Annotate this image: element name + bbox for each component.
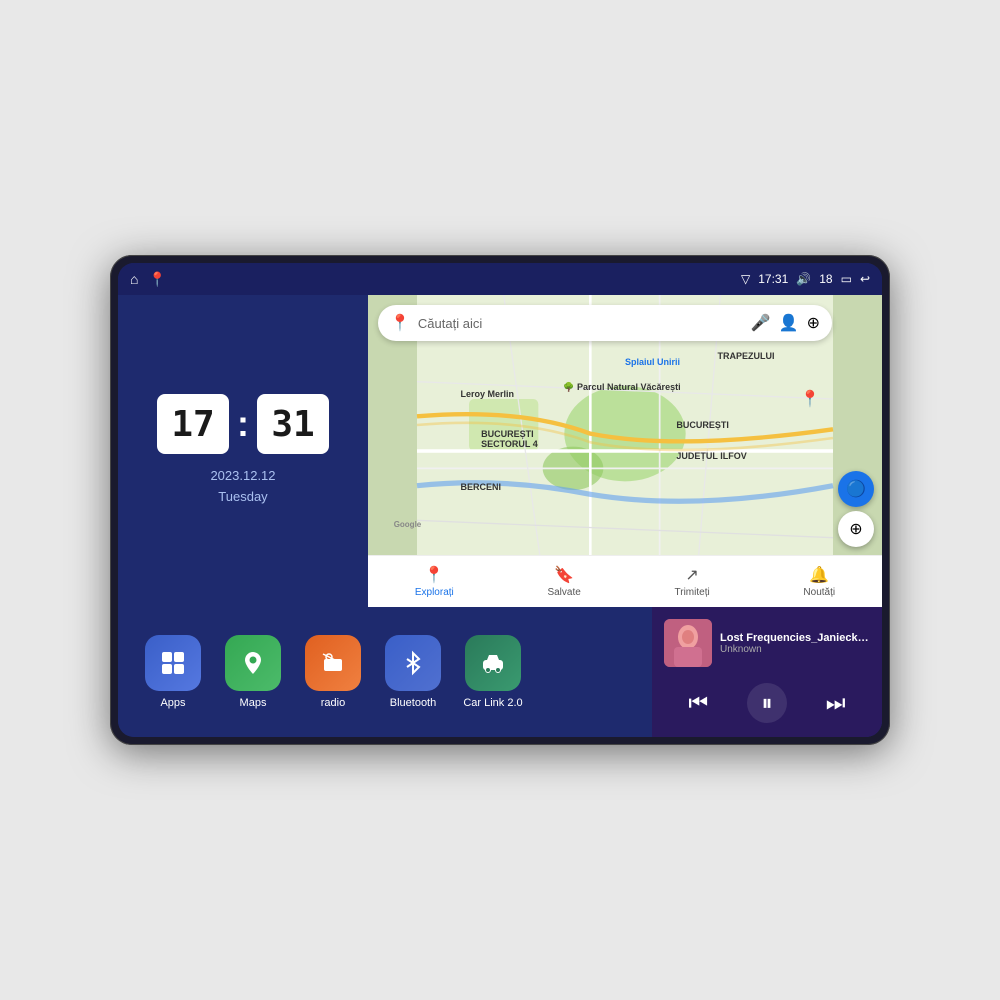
radio-app-icon: FM xyxy=(305,635,361,691)
status-right-info: ▽ 17:31 🔊 18 ▭ ↩ xyxy=(741,272,870,286)
volume-icon: 🔊 xyxy=(796,272,811,286)
app-item-maps[interactable]: Maps xyxy=(218,635,288,709)
compass-button[interactable]: ⊕ xyxy=(838,511,874,547)
top-section: 17 : 31 2023.12.12 Tuesday xyxy=(118,295,882,607)
clock-colon: : xyxy=(237,403,249,445)
send-icon: ↗ xyxy=(685,565,698,585)
home-icon[interactable]: ⌂ xyxy=(130,271,138,287)
music-play-button[interactable]: ⏸ xyxy=(747,683,787,723)
map-layers-icon[interactable]: ⊕ xyxy=(807,313,820,333)
map-nav-explore-label: Explorați xyxy=(415,587,454,598)
app-item-bluetooth[interactable]: Bluetooth xyxy=(378,635,448,709)
music-artist: Unknown xyxy=(720,644,870,655)
radio-label: radio xyxy=(321,697,345,709)
music-controls: ⏮ ⏸ ⏭ xyxy=(664,675,870,731)
svg-text:FM: FM xyxy=(328,665,338,672)
battery-icon: ▭ xyxy=(841,272,852,286)
signal-icon: ▽ xyxy=(741,272,750,286)
bottom-section: Apps Maps xyxy=(118,607,882,737)
music-next-button[interactable]: ⏭ xyxy=(816,683,856,723)
news-icon: 🔔 xyxy=(809,565,829,585)
clock-hours: 17 xyxy=(157,394,229,454)
music-prev-button[interactable]: ⏮ xyxy=(678,683,718,723)
clock-display: 17 : 31 xyxy=(157,394,329,454)
map-nav-news[interactable]: 🔔 Noutăți xyxy=(803,565,835,598)
apps-row: Apps Maps xyxy=(118,607,652,737)
clock-minutes: 31 xyxy=(257,394,329,454)
map-nav-explore[interactable]: 📍 Explorați xyxy=(415,565,454,598)
music-panel: Lost Frequencies_Janieck Devy-... Unknow… xyxy=(652,607,882,737)
map-nav-send-label: Trimiteți xyxy=(675,587,710,598)
carlink-label: Car Link 2.0 xyxy=(463,697,522,709)
map-pin-red: 📍 xyxy=(800,389,820,409)
saved-icon: 🔖 xyxy=(554,565,574,585)
map-nav-saved-label: Salvate xyxy=(547,587,580,598)
map-mic-icon[interactable]: 🎤 xyxy=(751,313,771,333)
app-item-apps[interactable]: Apps xyxy=(138,635,208,709)
map-search-text[interactable]: Căutați aici xyxy=(418,316,743,331)
apps-label: Apps xyxy=(160,697,185,709)
maps-icon[interactable]: 📍 xyxy=(148,271,165,288)
app-item-carlink[interactable]: Car Link 2.0 xyxy=(458,635,528,709)
back-icon[interactable]: ↩ xyxy=(860,272,870,286)
status-left-icons: ⌂ 📍 xyxy=(130,271,166,288)
map-account-icon[interactable]: 👤 xyxy=(779,313,799,333)
maps-label: Maps xyxy=(240,697,267,709)
bluetooth-app-icon xyxy=(385,635,441,691)
car-display-unit: ⌂ 📍 ▽ 17:31 🔊 18 ▭ ↩ 17 : xyxy=(110,255,890,745)
screen: ⌂ 📍 ▽ 17:31 🔊 18 ▭ ↩ 17 : xyxy=(118,263,882,737)
bluetooth-label: Bluetooth xyxy=(390,697,436,709)
clock-panel: 17 : 31 2023.12.12 Tuesday xyxy=(118,295,368,607)
map-nav-saved[interactable]: 🔖 Salvate xyxy=(547,565,580,598)
status-bar: ⌂ 📍 ▽ 17:31 🔊 18 ▭ ↩ xyxy=(118,263,882,295)
apps-icon xyxy=(145,635,201,691)
music-info: Lost Frequencies_Janieck Devy-... Unknow… xyxy=(664,619,870,667)
clock-date: 2023.12.12 Tuesday xyxy=(210,466,275,508)
status-time: 17:31 xyxy=(758,272,788,286)
map-nav-news-label: Noutăți xyxy=(803,587,835,598)
map-panel[interactable]: TRAPEZULUI BUCUREȘTI JUDEȚUL ILFOV BERCE… xyxy=(368,295,882,607)
explore-icon: 📍 xyxy=(424,565,444,585)
clock-date-line1: 2023.12.12 xyxy=(210,466,275,487)
music-text: Lost Frequencies_Janieck Devy-... Unknow… xyxy=(720,632,870,655)
map-search-icons: 🎤 👤 ⊕ xyxy=(751,313,820,333)
maps-app-icon xyxy=(225,635,281,691)
carlink-app-icon xyxy=(465,635,521,691)
map-bottom-nav: 📍 Explorați 🔖 Salvate ↗ Trimiteți 🔔 xyxy=(368,555,882,607)
map-nav-send[interactable]: ↗ Trimiteți xyxy=(675,565,710,598)
app-item-radio[interactable]: FM radio xyxy=(298,635,368,709)
map-search-icon: 📍 xyxy=(390,313,410,333)
battery-level: 18 xyxy=(819,272,832,286)
music-thumbnail xyxy=(664,619,712,667)
map-search-bar[interactable]: 📍 Căutați aici 🎤 👤 ⊕ xyxy=(378,305,832,341)
music-title: Lost Frequencies_Janieck Devy-... xyxy=(720,632,870,644)
main-content: 17 : 31 2023.12.12 Tuesday xyxy=(118,295,882,737)
clock-date-line2: Tuesday xyxy=(210,487,275,508)
locate-button[interactable]: 🔵 xyxy=(838,471,874,507)
